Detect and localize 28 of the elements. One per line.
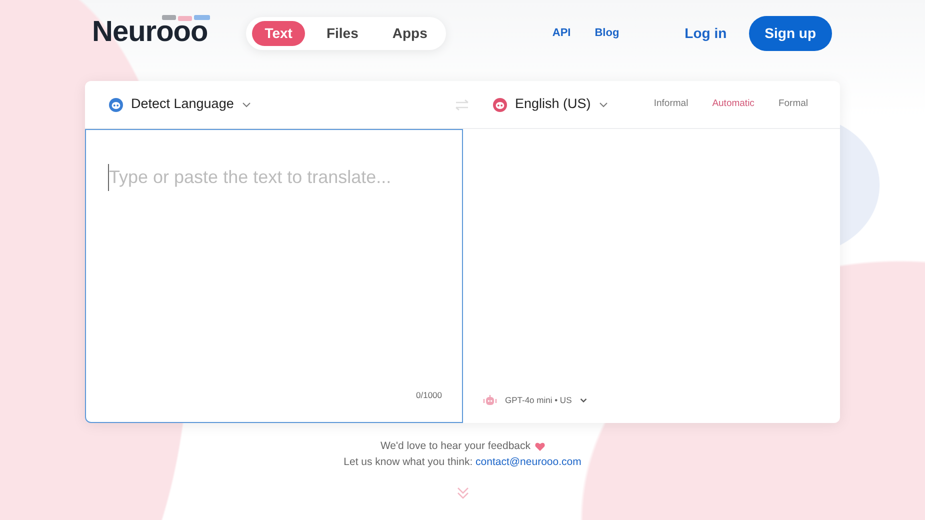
chevron-down-icon (580, 398, 587, 404)
email-link[interactable]: contact@neurooo.com (476, 456, 582, 468)
tone-option[interactable]: Informal (654, 97, 688, 112)
signup-button[interactable]: Sign up (748, 16, 832, 50)
tone-option[interactable]: Formal (778, 97, 808, 112)
heart-icon (534, 442, 545, 452)
nav-tab[interactable]: Files (313, 20, 372, 46)
robot-icon (483, 394, 497, 407)
feedback-text: We'd love to hear your feedback (380, 439, 531, 454)
swap-arrows-icon[interactable] (455, 98, 469, 110)
target-language-dropdown[interactable]: English (US) (493, 94, 608, 115)
chevron-down-icon (598, 102, 608, 108)
nav-link[interactable]: Blog (594, 24, 620, 42)
robot-face-icon (109, 98, 123, 112)
login-button[interactable]: Log in (678, 22, 733, 44)
contact-text: Let us know what you think: contact@neurooo.com (342, 454, 582, 470)
chevron-down-icon (242, 102, 251, 108)
source-language-dropdown[interactable]: Detect Language (109, 94, 251, 115)
nav-tab[interactable]: Text (252, 20, 306, 46)
logo-bubbles-drawing (162, 14, 212, 22)
tone-option[interactable]: Automatic (712, 97, 754, 112)
nav-link[interactable]: API (552, 24, 571, 42)
character-counter: 0/1000 (416, 390, 442, 400)
model-dropdown[interactable]: GPT-4o mini • US (483, 394, 587, 407)
logo-text[interactable]: Neurooo (92, 11, 208, 55)
robot-face-icon (493, 98, 507, 112)
double-chevron-down-icon[interactable] (456, 486, 468, 498)
nav-tab[interactable]: Apps (379, 20, 440, 46)
